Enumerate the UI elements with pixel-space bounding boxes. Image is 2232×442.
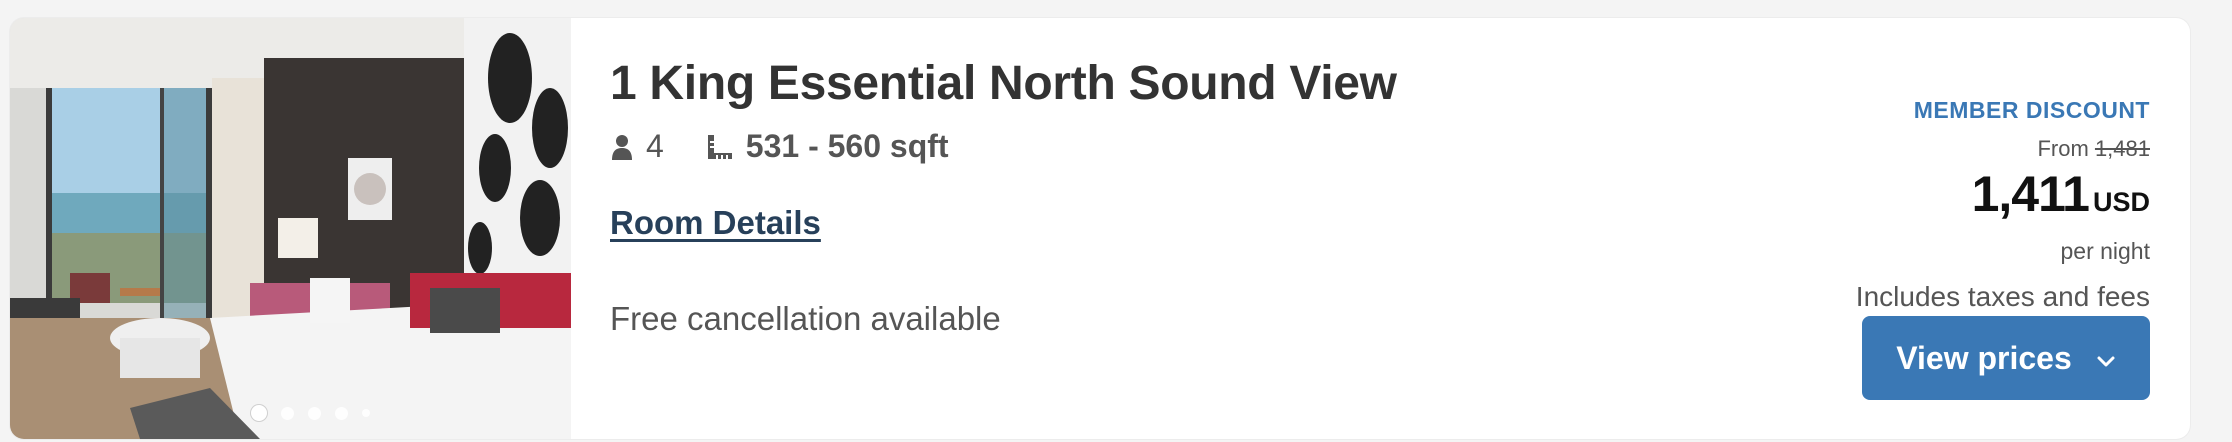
view-prices-button[interactable]: View prices bbox=[1862, 316, 2150, 400]
cancellation-policy: Free cancellation available bbox=[610, 300, 1001, 337]
from-label: From bbox=[2037, 136, 2089, 161]
carousel-dots bbox=[10, 405, 571, 421]
original-price-line: From 1,481 bbox=[1856, 136, 2150, 162]
carousel-dot[interactable] bbox=[362, 409, 370, 417]
ruler-area-icon bbox=[706, 133, 734, 161]
room-size: 531 - 560 sqft bbox=[745, 128, 949, 164]
current-price: 1,411 USD bbox=[1856, 168, 2150, 233]
per-night-label: per night bbox=[2060, 238, 2150, 264]
price-summary: MEMBER DISCOUNT From 1,481 1,411 USD per … bbox=[1856, 96, 2150, 313]
room-meta: 4 531 - 560 sqft bbox=[612, 128, 949, 165]
carousel-dot[interactable] bbox=[251, 405, 267, 421]
guest-count: 4 bbox=[646, 128, 664, 164]
price-amount: 1,411 bbox=[1971, 166, 2090, 222]
taxes-note: Includes taxes and fees bbox=[1855, 281, 2150, 312]
original-price: 1,481 bbox=[2094, 136, 2150, 161]
person-icon bbox=[612, 134, 632, 160]
carousel-dot[interactable] bbox=[335, 406, 348, 420]
room-details-link[interactable]: Room Details bbox=[610, 204, 821, 242]
room-photo-carousel[interactable] bbox=[10, 18, 571, 439]
member-discount-badge: MEMBER DISCOUNT bbox=[1913, 97, 2150, 123]
carousel-dot[interactable] bbox=[308, 406, 321, 420]
chevron-down-icon bbox=[2096, 340, 2116, 377]
price-currency: USD bbox=[2092, 187, 2150, 217]
room-card: 1 King Essential North Sound View 4 531 … bbox=[10, 18, 2190, 439]
carousel-dot[interactable] bbox=[281, 406, 294, 420]
room-title: 1 King Essential North Sound View bbox=[610, 57, 1397, 110]
view-prices-label: View prices bbox=[1896, 339, 2072, 376]
room-photo bbox=[10, 18, 571, 439]
